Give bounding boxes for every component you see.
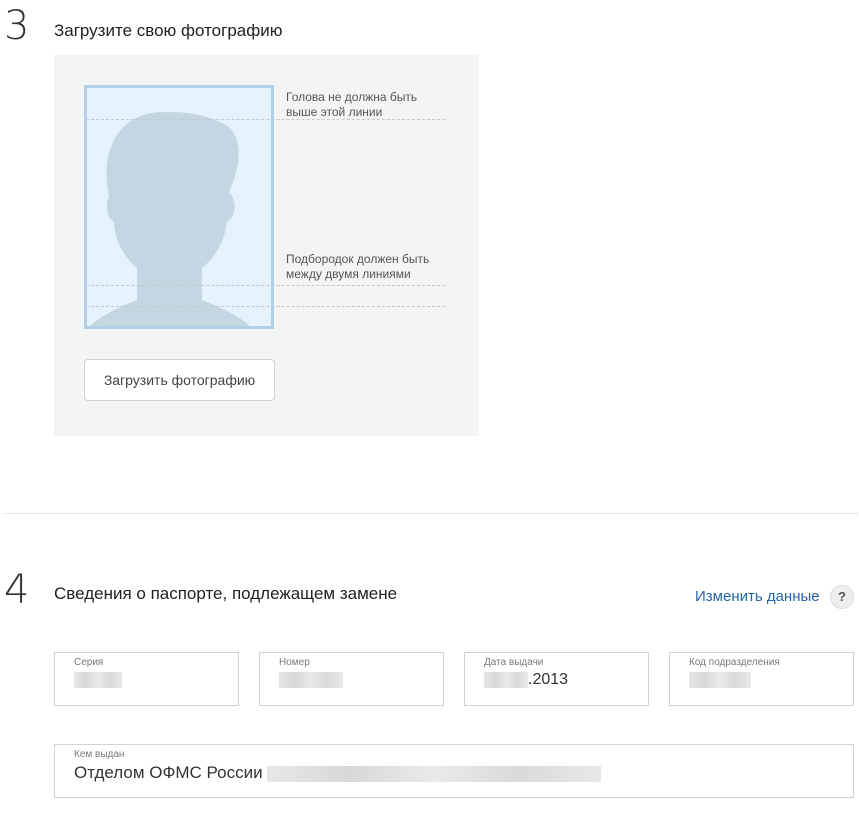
number-value <box>279 671 343 689</box>
chin-hint-line-2: между двумя линиями <box>286 267 411 281</box>
help-icon[interactable]: ? <box>830 585 854 609</box>
division-code-value <box>689 671 751 689</box>
issued-by-field[interactable]: Кем выдан Отделом ОФМС России <box>54 744 854 798</box>
step-4-number: 4 <box>4 567 30 613</box>
step-3-number: 3 <box>4 3 30 49</box>
head-limit-hint-line-1: Голова не должна быть <box>286 90 418 104</box>
head-limit-hint-line-2: выше этой линии <box>286 105 383 119</box>
upload-photo-button[interactable]: Загрузить фотографию <box>84 359 275 401</box>
photo-frame[interactable] <box>84 85 274 329</box>
division-code-label: Код подразделения <box>689 657 780 668</box>
chin-lower-line <box>86 306 445 307</box>
issued-by-value: Отделом ОФМС России <box>74 763 602 783</box>
chin-hint-line-1: Подбородок должен быть <box>286 252 430 266</box>
issued-by-text: Отделом ОФМС России <box>74 763 263 782</box>
issue-date-field[interactable]: Дата выдачи .2013 <box>464 652 649 706</box>
issued-by-label: Кем выдан <box>74 749 125 760</box>
chin-hint: Подбородок должен быть между двумя линия… <box>286 252 429 282</box>
person-silhouette-icon <box>90 111 250 326</box>
issue-date-year: .2013 <box>528 671 569 688</box>
step-4-title: Сведения о паспорте, подлежащем замене <box>54 584 398 603</box>
edit-data-link[interactable]: Изменить данные <box>695 588 820 605</box>
division-code-field[interactable]: Код подразделения <box>669 652 854 706</box>
photo-upload-panel: Голова не должна быть выше этой линии По… <box>54 55 479 436</box>
series-value <box>74 671 122 689</box>
chin-upper-line <box>86 285 445 286</box>
number-label: Номер <box>279 657 310 668</box>
head-limit-hint: Голова не должна быть выше этой линии <box>286 90 417 120</box>
issue-date-label: Дата выдачи <box>484 657 544 668</box>
number-field[interactable]: Номер <box>259 652 444 706</box>
issue-date-value: .2013 <box>484 671 568 689</box>
series-label: Серия <box>74 657 104 668</box>
step-3-title: Загрузите свою фотографию <box>54 21 283 40</box>
series-field[interactable]: Серия <box>54 652 239 706</box>
section-divider <box>4 513 858 514</box>
